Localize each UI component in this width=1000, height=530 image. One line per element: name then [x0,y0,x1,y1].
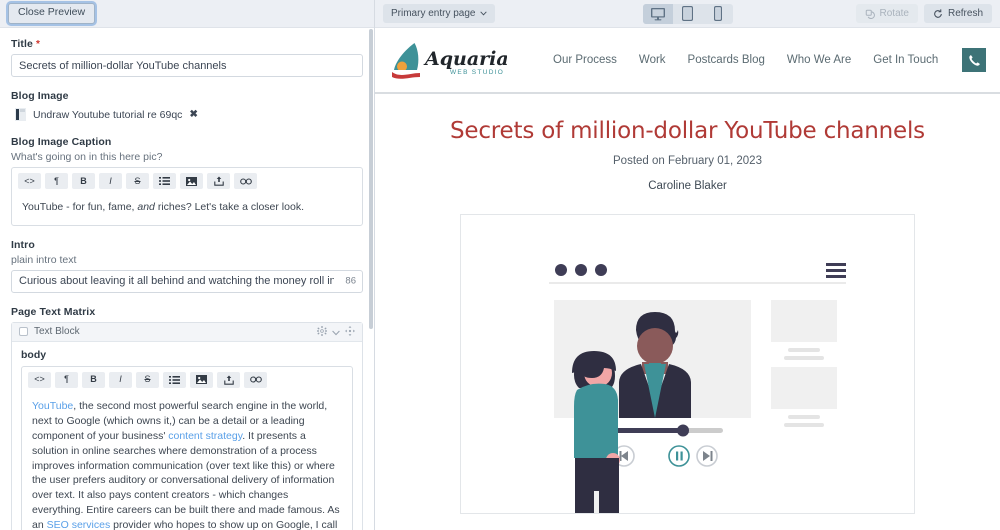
left-toolbar: Close Preview [0,0,374,28]
matrix-block-body: body <> ¶ B I S YouTube, the second most… [12,342,362,530]
italic-icon[interactable]: I [109,371,132,388]
move-handle-icon[interactable] [345,323,355,341]
intro-char-count: 86 [345,275,356,287]
entry-form: Title * Blog Image Undraw Yout [0,28,374,530]
matrix-block-checkbox[interactable] [19,327,28,337]
caption-text: YouTube - for fun, fame, and riches? Let… [22,201,304,213]
field-page-text-matrix: Page Text Matrix Text Block body <> ¶ B … [11,306,363,530]
italic-icon[interactable]: I [99,173,122,189]
site-logo[interactable]: Aquarian WEB STUDIO [391,39,511,81]
matrix-block: Text Block body <> ¶ B I S YouTube, the … [11,321,363,530]
image-icon[interactable] [190,371,213,388]
refresh-button[interactable]: Refresh [923,4,992,23]
intro-input[interactable] [11,269,363,293]
paragraph-icon[interactable]: ¶ [55,371,78,388]
page-select-label: Primary entry page [391,8,476,19]
device-size-group [642,3,733,24]
matrix-block-header[interactable]: Text Block [12,322,362,342]
refresh-label: Refresh [947,8,983,19]
article-posted-date: Posted on February 01, 2023 [613,155,762,167]
field-intro-label: Intro [11,238,35,251]
caption-editor-content[interactable]: YouTube - for fun, fame, and riches? Let… [12,194,362,225]
body-field-label: body [21,348,47,361]
code-icon[interactable]: <> [28,371,51,388]
field-title-label-text: Title [11,38,33,50]
link-icon[interactable] [244,371,267,388]
body-paragraph: YouTube, the second most powerful search… [32,399,340,530]
rotate-icon [865,9,875,19]
body-editor-toolbar: <> ¶ B I S [22,367,352,393]
device-mobile-button[interactable] [703,4,733,24]
caption-rich-text-editor: <> ¶ B I S YouTube - for fun, fame, and … [11,167,363,226]
rotate-button[interactable]: Rotate [855,4,918,23]
left-panel-scrollbar[interactable] [369,29,373,530]
body-editor-content[interactable]: YouTube, the second most powerful search… [22,393,352,530]
field-blog-image-caption: Blog Image Caption What's going on in th… [11,136,363,226]
body-inline-link[interactable]: content strategy [168,430,242,442]
remove-asset-icon[interactable]: ✖ [189,109,197,120]
preview-iframe: Aquarian WEB STUDIO Our Process Work Pos… [375,28,1000,530]
strikethrough-icon[interactable]: S [136,371,159,388]
caption-editor-toolbar: <> ¶ B I S [12,168,362,194]
chevron-down-icon[interactable] [332,323,340,341]
code-icon[interactable]: <> [18,173,41,189]
logo-wordmark: Aquarian [423,48,507,70]
required-marker: * [35,39,40,50]
page-select-dropdown[interactable]: Primary entry page [383,4,496,23]
body-inline-link[interactable]: SEO services [47,519,111,530]
nav-item-who-we-are[interactable]: Who We Are [787,54,851,66]
close-preview-button[interactable]: Close Preview [8,3,96,24]
article-header: Secrets of million-dollar YouTube channe… [375,94,1000,192]
article-author: Caroline Blaker [648,180,727,192]
bullet-list-icon[interactable] [153,173,176,189]
nav-item-our-process[interactable]: Our Process [553,54,617,66]
nav-item-get-in-touch[interactable]: Get In Touch [873,54,938,66]
bold-icon[interactable]: B [72,173,95,189]
upload-icon[interactable] [217,371,240,388]
paragraph-icon[interactable]: ¶ [45,173,68,189]
field-intro: Intro plain intro text 86 [11,239,363,293]
field-matrix-label: Page Text Matrix [11,305,96,318]
rotate-label: Rotate [879,8,909,19]
bold-icon[interactable]: B [82,371,105,388]
logo-tagline: WEB STUDIO [450,69,504,76]
link-icon[interactable] [234,173,257,189]
title-input[interactable] [11,54,363,77]
nav-item-work[interactable]: Work [639,54,666,66]
site-header: Aquarian WEB STUDIO Our Process Work Pos… [375,28,1000,94]
nav-item-postcards-blog[interactable]: Postcards Blog [688,54,765,66]
field-caption-label: Blog Image Caption [11,136,112,148]
field-title-label: Title * [11,38,363,50]
upload-icon[interactable] [207,173,230,189]
body-inline-link[interactable]: YouTube [32,400,73,412]
asset-name: Undraw Youtube tutorial re 69qc [33,108,183,121]
article-hero-illustration [460,214,915,514]
field-caption-instructions: What's going on in this here pic? [11,151,163,163]
preview-editor-app: Close Preview Title * Blog Image [0,0,1000,530]
site-nav: Our Process Work Postcards Blog Who We A… [553,54,938,66]
chevron-down-icon [480,11,488,16]
field-title: Title * [11,38,363,77]
strikethrough-icon[interactable]: S [126,173,149,189]
refresh-icon [934,8,942,18]
live-preview-panel: Primary entry page Rotate Refresh Aquari… [375,0,1000,530]
field-blog-image-label: Blog Image [11,90,69,102]
caption-italic-word: and [137,201,155,213]
image-thumbnail-icon [15,108,26,121]
bullet-list-icon[interactable] [163,371,186,388]
device-desktop-button[interactable] [642,3,673,24]
field-blog-image: Blog Image Undraw Youtube tutorial re 69… [11,90,363,123]
article-title: Secrets of million-dollar YouTube channe… [450,118,925,144]
asset-chip[interactable]: Undraw Youtube tutorial re 69qc ✖ [11,106,363,123]
gear-icon[interactable] [317,323,327,341]
matrix-block-title: Text Block [34,326,80,338]
phone-icon [968,54,980,66]
preview-toolbar: Primary entry page Rotate Refresh [375,0,1000,28]
image-icon[interactable] [180,173,203,189]
phone-button[interactable] [962,48,986,72]
entry-edit-panel: Close Preview Title * Blog Image [0,0,375,530]
field-intro-instructions: plain intro text [11,253,77,266]
body-rich-text-editor: <> ¶ B I S YouTube, the second most powe… [21,365,353,530]
device-tablet-button[interactable] [673,4,703,24]
